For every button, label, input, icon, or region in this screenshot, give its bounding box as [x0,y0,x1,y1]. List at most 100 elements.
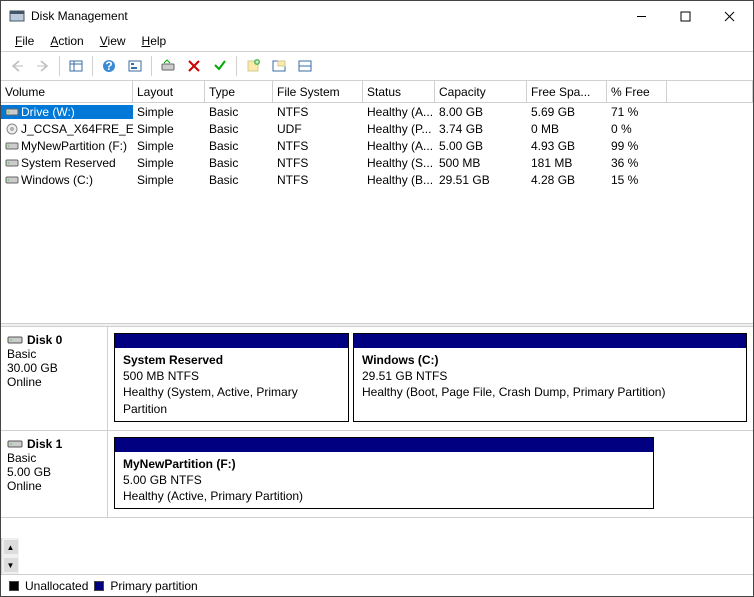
volume-type: Basic [205,122,273,136]
toolbar: ? [1,51,753,81]
partition[interactable]: MyNewPartition (F:)5.00 GB NTFSHealthy (… [114,437,654,510]
scroll-down-button[interactable]: ▼ [4,558,18,572]
volume-fs: NTFS [273,156,363,170]
volume-name: MyNewPartition (F:) [21,139,127,153]
partition-health: Healthy (Boot, Page File, Crash Dump, Pr… [362,384,738,400]
volume-type: Basic [205,173,273,187]
volume-row[interactable]: System ReservedSimpleBasicNTFSHealthy (S… [1,154,753,171]
volume-fs: NTFS [273,173,363,187]
menu-bar: File Action View Help [1,31,753,51]
partition-health: Healthy (System, Active, Primary Partiti… [123,384,340,416]
col-capacity[interactable]: Capacity [435,81,527,102]
col-layout[interactable]: Layout [133,81,205,102]
volume-row[interactable]: Drive (W:)SimpleBasicNTFSHealthy (A...8.… [1,103,753,120]
volume-row[interactable]: MyNewPartition (F:)SimpleBasicNTFSHealth… [1,137,753,154]
volume-capacity: 500 MB [435,156,527,170]
volume-name: Windows (C:) [21,173,93,187]
close-button[interactable] [707,2,751,30]
partition-header [115,334,348,348]
volume-name: Drive (W:) [21,105,75,119]
menu-view[interactable]: View [92,32,134,50]
show-hide-button[interactable] [64,54,88,78]
volume-row[interactable]: Windows (C:) SimpleBasicNTFSHealthy (B...… [1,171,753,188]
volume-row[interactable]: J_CCSA_X64FRE_E...SimpleBasicUDFHealthy … [1,120,753,137]
swatch-unallocated [9,581,19,591]
partition-health: Healthy (Active, Primary Partition) [123,488,645,504]
maximize-button[interactable] [663,2,707,30]
volume-name: J_CCSA_X64FRE_E... [21,122,133,136]
col-status[interactable]: Status [363,81,435,102]
partition-header [115,438,653,452]
menu-help[interactable]: Help [134,32,175,50]
volume-free: 5.69 GB [527,105,607,119]
partition-label: System Reserved [123,352,340,368]
disk-name: Disk 0 [27,333,62,347]
partition-detail: 5.00 GB NTFS [123,472,645,488]
disk-row: Disk 1Basic5.00 GBOnlineMyNewPartition (… [1,431,753,519]
volume-free: 4.93 GB [527,139,607,153]
settings-button[interactable] [123,54,147,78]
volume-status: Healthy (A... [363,139,435,153]
volume-table-body: Drive (W:)SimpleBasicNTFSHealthy (A...8.… [1,103,753,323]
partition[interactable]: System Reserved500 MB NTFSHealthy (Syste… [114,333,349,422]
partition-detail: 29.51 GB NTFS [362,368,738,384]
col-spacer [667,81,753,102]
disk-state: Online [7,375,101,389]
menu-action[interactable]: Action [42,32,91,50]
volume-layout: Simple [133,173,205,187]
disk-info[interactable]: Disk 1Basic5.00 GBOnline [1,431,108,518]
rescan-button[interactable] [156,54,180,78]
volume-layout: Simple [133,105,205,119]
volume-name: System Reserved [21,156,116,170]
volume-status: Healthy (A... [363,105,435,119]
volume-pct: 36 % [607,156,667,170]
volume-status: Healthy (S... [363,156,435,170]
disk-info[interactable]: Disk 0Basic30.00 GBOnline [1,327,108,430]
scroll-up-button[interactable]: ▲ [4,540,18,554]
partition-header [354,334,746,348]
back-button[interactable] [5,54,29,78]
col-percent-free[interactable]: % Free [607,81,667,102]
volume-status: Healthy (B... [363,173,435,187]
volume-type: Basic [205,105,273,119]
partition[interactable]: Windows (C:)29.51 GB NTFSHealthy (Boot, … [353,333,747,422]
volume-capacity: 5.00 GB [435,139,527,153]
col-type[interactable]: Type [205,81,273,102]
menu-file[interactable]: File [7,32,42,50]
volume-status: Healthy (P... [363,122,435,136]
disk-row: Disk 0Basic30.00 GBOnlineSystem Reserved… [1,327,753,431]
eject-button[interactable] [293,54,317,78]
volume-free: 0 MB [527,122,607,136]
properties-button[interactable] [208,54,232,78]
volume-capacity: 3.74 GB [435,122,527,136]
col-volume[interactable]: Volume [1,81,133,102]
swatch-primary [94,581,104,591]
volume-pct: 71 % [607,105,667,119]
disk-size: 5.00 GB [7,465,101,479]
volume-layout: Simple [133,139,205,153]
disk-scrollbar[interactable]: ▲ ▼ [1,538,19,574]
volume-free: 4.28 GB [527,173,607,187]
mount-button[interactable] [267,54,291,78]
volume-pct: 0 % [607,122,667,136]
delete-button[interactable] [182,54,206,78]
partition-label: MyNewPartition (F:) [123,456,645,472]
forward-button[interactable] [31,54,55,78]
volume-capacity: 8.00 GB [435,105,527,119]
legend: Unallocated Primary partition [1,574,753,596]
partition-detail: 500 MB NTFS [123,368,340,384]
col-free-space[interactable]: Free Spa... [527,81,607,102]
volume-fs: UDF [273,122,363,136]
col-filesystem[interactable]: File System [273,81,363,102]
legend-unallocated: Unallocated [25,579,88,593]
volume-layout: Simple [133,156,205,170]
minimize-button[interactable] [619,2,663,30]
disk-type: Basic [7,347,101,361]
help-button[interactable]: ? [97,54,121,78]
disk-partitions: MyNewPartition (F:)5.00 GB NTFSHealthy (… [108,431,753,518]
new-volume-button[interactable] [241,54,265,78]
volume-free: 181 MB [527,156,607,170]
volume-type: Basic [205,139,273,153]
disk-partitions: System Reserved500 MB NTFSHealthy (Syste… [108,327,753,430]
disk-size: 30.00 GB [7,361,101,375]
